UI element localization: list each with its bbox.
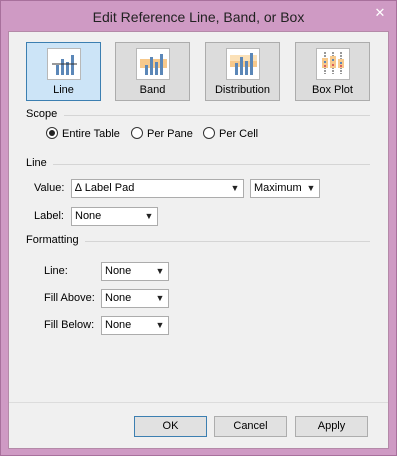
type-distribution-label: Distribution: [214, 84, 271, 96]
value-field-select[interactable]: ∆ Label Pad ▼: [71, 179, 244, 198]
formatting-heading: Formatting: [26, 234, 79, 246]
type-boxplot-button[interactable]: Box Plot: [295, 42, 370, 101]
type-band-button[interactable]: Band: [115, 42, 190, 101]
distribution-icon: [226, 48, 260, 80]
radio-unchecked-icon: [203, 127, 215, 139]
chevron-down-icon: ▼: [230, 183, 240, 193]
reference-line-icon: [47, 48, 81, 80]
chevron-down-icon: ▼: [144, 211, 154, 221]
fill-above-select[interactable]: None ▼: [101, 289, 169, 308]
line-style-text: None: [105, 265, 132, 277]
box-plot-icon: [316, 48, 350, 80]
chevron-down-icon: ▼: [155, 293, 165, 303]
line-style-label: Line:: [44, 265, 68, 277]
fill-below-text: None: [105, 319, 132, 331]
apply-button[interactable]: Apply: [295, 416, 368, 437]
scope-per-cell-label: Per Cell: [219, 128, 259, 140]
fill-above-text: None: [105, 292, 132, 304]
value-label: Value:: [34, 182, 65, 194]
ok-button[interactable]: OK: [134, 416, 207, 437]
line-style-select[interactable]: None ▼: [101, 262, 169, 281]
aggregation-select[interactable]: Maximum ▼: [250, 179, 320, 198]
label-select[interactable]: None ▼: [71, 207, 158, 226]
type-distribution-button[interactable]: Distribution: [205, 42, 280, 101]
close-icon[interactable]: ✕: [370, 3, 390, 23]
scope-entire-table-label: Entire Table: [62, 128, 120, 140]
fill-above-label: Fill Above:: [44, 292, 95, 304]
type-line-button[interactable]: Line: [26, 42, 101, 101]
scope-entire-table-radio[interactable]: Entire Table: [46, 127, 120, 141]
scope-per-pane-label: Per Pane: [147, 128, 193, 140]
line-divider: [53, 164, 370, 165]
cancel-button[interactable]: Cancel: [214, 416, 287, 437]
scope-heading: Scope: [26, 108, 58, 120]
dialog-window: Edit Reference Line, Band, or Box ✕ Line: [0, 0, 397, 456]
reference-band-icon: [136, 48, 170, 80]
fill-below-select[interactable]: None ▼: [101, 316, 169, 335]
footer-divider: [9, 402, 388, 403]
scope-divider: [64, 115, 370, 116]
type-boxplot-label: Box Plot: [312, 84, 353, 96]
value-field-text: ∆ Label Pad: [75, 182, 135, 194]
label-select-text: None: [75, 210, 102, 222]
scope-per-pane-radio[interactable]: Per Pane: [131, 127, 193, 141]
chevron-down-icon: ▼: [155, 266, 165, 276]
aggregation-text: Maximum: [254, 182, 302, 194]
line-heading: Line: [26, 157, 47, 169]
radio-checked-icon: [46, 127, 58, 139]
type-line-label: Line: [53, 84, 74, 96]
type-band-label: Band: [139, 84, 166, 96]
dialog-body: Line Band Distribution Box Plot Scope En…: [8, 31, 389, 449]
window-title: Edit Reference Line, Band, or Box: [92, 9, 305, 25]
chevron-down-icon: ▼: [155, 320, 165, 330]
radio-unchecked-icon: [131, 127, 143, 139]
fill-below-label: Fill Below:: [44, 319, 95, 331]
label-label: Label:: [34, 210, 64, 222]
chevron-down-icon: ▼: [306, 183, 316, 193]
scope-per-cell-radio[interactable]: Per Cell: [203, 127, 258, 141]
formatting-divider: [85, 241, 370, 242]
